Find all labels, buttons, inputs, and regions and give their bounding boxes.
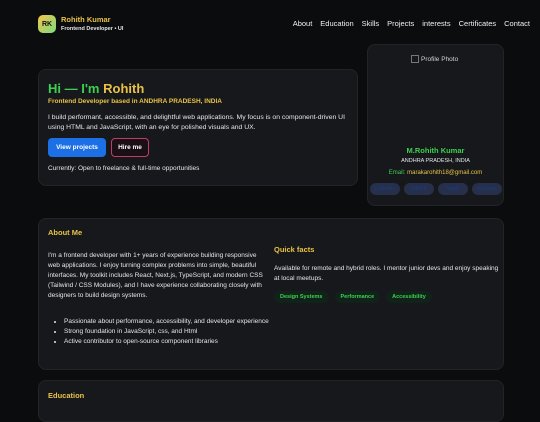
availability-text: Currently: Open to freelance & full-time… — [48, 165, 200, 172]
site-header: RK Rohith Kumar Frontend Developer • UI … — [0, 0, 540, 44]
quick-facts-title: Quick facts — [274, 245, 315, 254]
social-twitter-button[interactable]: Twitter — [437, 183, 468, 195]
tag-performance: Performance — [334, 291, 381, 303]
brand-role: Frontend Developer • UI — [61, 26, 124, 32]
about-title: About Me — [48, 228, 83, 237]
profile-photo-alt: Profile Photo — [421, 55, 459, 63]
profile-name: M.Rohith Kumar — [406, 146, 465, 155]
profile-card: Profile Photo M.Rohith Kumar ANDHRA PRAD… — [367, 44, 504, 206]
hire-me-button[interactable]: Hire me — [111, 138, 149, 157]
hero-heading: Hi — I'm Rohith — [48, 81, 144, 96]
profile-location: ANDHRA PRADESH, INDIA — [401, 158, 470, 164]
email-label: Email: — [388, 170, 408, 176]
hero-greeting: Hi — I'm — [48, 81, 104, 96]
brand-name: Rohith Kumar — [61, 15, 111, 24]
logo-badge[interactable]: RK — [38, 15, 56, 33]
social-resume-button[interactable]: Resume — [471, 183, 502, 195]
nav-link-skills[interactable]: Skills — [362, 19, 380, 28]
tag-design-systems: Design Systems — [274, 291, 329, 303]
hero-intro: I build performant, accessible, and deli… — [48, 114, 345, 131]
social-github-button[interactable]: GitHub — [403, 183, 434, 195]
profile-photo: Profile Photo — [411, 55, 458, 63]
tag-accessibility: Accessibility — [386, 291, 432, 303]
main-nav: About Education Skills Projects interest… — [293, 19, 530, 28]
about-text: I'm a frontend developer with 1+ years o… — [48, 252, 263, 299]
nav-link-certificates[interactable]: Certificates — [459, 19, 497, 28]
nav-link-projects[interactable]: Projects — [387, 19, 414, 28]
quick-facts: Quick facts Available for remote and hyb… — [274, 245, 499, 303]
nav-link-interests[interactable]: interests — [422, 19, 450, 28]
profile-email: Email: marakarohith18@gmail.com — [368, 170, 503, 176]
quick-facts-text: Available for remote and hybrid roles. I… — [274, 265, 499, 282]
view-projects-button[interactable]: View projects — [48, 138, 106, 157]
about-bullets: Passionate about performance, accessibil… — [48, 317, 282, 347]
education-section: Education — [38, 380, 504, 422]
social-links: LinkedIn GitHub Twitter Resume — [368, 183, 503, 195]
email-address[interactable]: marakarohith18@gmail.com — [407, 170, 482, 176]
nav-link-about[interactable]: About — [293, 19, 313, 28]
nav-link-contact[interactable]: Contact — [504, 19, 530, 28]
about-section: About Me I'm a frontend developer with 1… — [38, 218, 504, 370]
hero-subtitle: Frontend Developer based in ANDHRA PRADE… — [48, 98, 222, 105]
hero-name: Rohith — [103, 81, 145, 96]
list-item: Strong foundation in JavaScript, css, an… — [64, 327, 282, 337]
broken-image-icon — [411, 55, 419, 63]
social-linkedin-button[interactable]: LinkedIn — [369, 183, 400, 195]
skill-tags: Design Systems Performance Accessibility — [274, 291, 499, 303]
education-title: Education — [48, 391, 85, 400]
hero-card: Hi — I'm Rohith Frontend Developer based… — [38, 69, 358, 186]
brand: Rohith Kumar Frontend Developer • UI — [61, 15, 123, 32]
list-item: Active contributor to open-source compon… — [64, 337, 282, 347]
list-item: Passionate about performance, accessibil… — [64, 317, 282, 327]
nav-link-education[interactable]: Education — [320, 19, 353, 28]
